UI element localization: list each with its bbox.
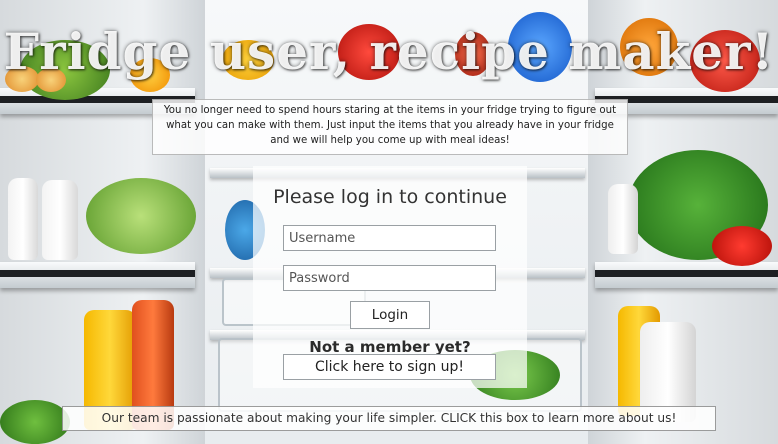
about-us-box[interactable]: Our team is passionate about making your… <box>62 406 716 431</box>
milk-bottle-shape <box>608 184 638 254</box>
left-door-bin-middle <box>0 262 195 288</box>
greens-shape <box>0 400 70 444</box>
username-input[interactable] <box>283 225 496 251</box>
milk-bottle-shape <box>8 178 38 260</box>
signup-button[interactable]: Click here to sign up! <box>283 354 496 380</box>
login-heading: Please log in to continue <box>273 186 507 208</box>
pepper-shape <box>712 226 772 266</box>
intro-description-box: You no longer need to spend hours starin… <box>152 99 628 155</box>
milk-bottle-shape <box>42 180 78 260</box>
page-title: Fridge user, recipe maker! <box>3 22 775 81</box>
intro-description-text: You no longer need to spend hours starin… <box>163 105 617 146</box>
about-us-text: Our team is passionate about making your… <box>101 411 677 425</box>
login-panel: Please log in to continue Login Not a me… <box>253 166 527 388</box>
login-button[interactable]: Login <box>350 301 430 329</box>
password-input[interactable] <box>283 265 496 291</box>
right-door-bin-middle <box>595 262 778 288</box>
cabbage-shape <box>86 178 196 254</box>
